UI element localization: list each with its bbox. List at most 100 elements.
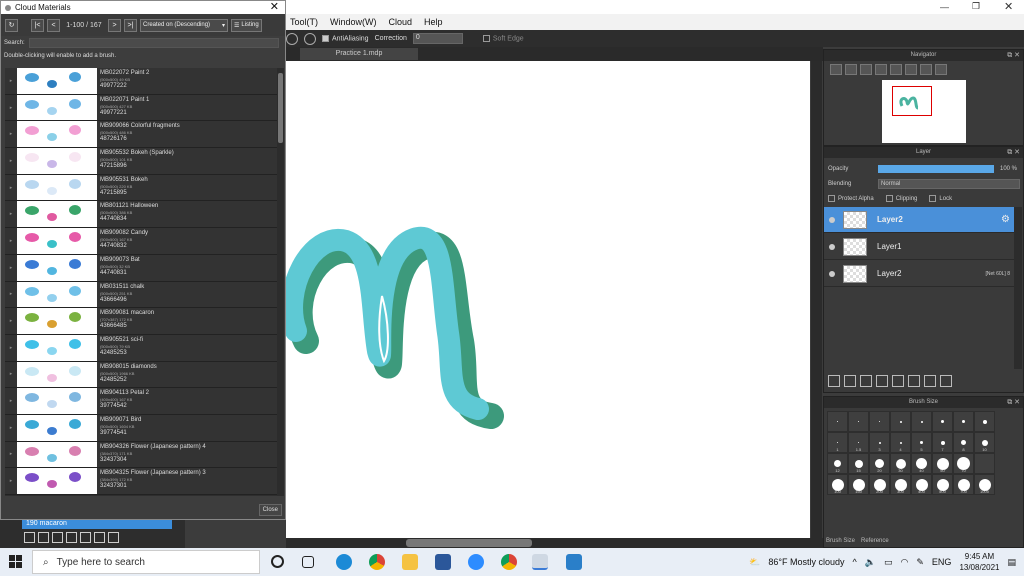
edge-icon[interactable]	[336, 554, 352, 570]
zoom-out-icon[interactable]	[875, 64, 887, 75]
cloud-icon[interactable]	[24, 532, 35, 543]
zoom-icon[interactable]	[468, 554, 484, 570]
material-item[interactable]: ▸ MB801121 Halloween (500x500) 386 KB 44740…	[5, 201, 277, 229]
brush-size-cell[interactable]: 1	[827, 432, 848, 453]
brush-size-cell[interactable]	[827, 411, 848, 432]
brush-size-cell[interactable]: 4	[890, 432, 911, 453]
material-item[interactable]: ▸ MB909066 Colorful fragments (500x500) 48…	[5, 121, 277, 149]
layer-item[interactable]: Layer2 [Net 60L] 8	[824, 261, 1014, 287]
task-view-icon[interactable]	[302, 556, 314, 568]
menu-help[interactable]: Help	[424, 17, 443, 27]
brush-size-cell[interactable]: 400	[911, 474, 932, 495]
material-item[interactable]: ▸ MB909082 Candy (500x500) 167 KB 44740832	[5, 228, 277, 255]
weather-text[interactable]: 86°F Mostly cloudy	[768, 557, 844, 567]
expand-icon[interactable]: ▸	[5, 335, 17, 361]
blending-select[interactable]: Normal	[878, 178, 1020, 189]
language-indicator[interactable]: ENG	[932, 557, 952, 567]
new-icon[interactable]	[38, 532, 49, 543]
pen-icon[interactable]: ✎	[916, 557, 924, 568]
reset-icon[interactable]	[920, 64, 932, 75]
wifi-icon[interactable]: ◠	[901, 557, 909, 568]
gear-icon[interactable]: ⚙	[1001, 214, 1010, 225]
correction-field[interactable]: 0	[412, 33, 463, 44]
word-icon[interactable]	[435, 554, 451, 570]
sort-select[interactable]: Created on (Descending) ▾	[140, 18, 228, 32]
menu-cloud[interactable]: Cloud	[389, 17, 413, 27]
brush-size-cell[interactable]: 3	[869, 432, 890, 453]
material-item[interactable]: ▸ MB031511 chalk (500x500) 251 KB 43666496	[5, 281, 277, 309]
expand-icon[interactable]: ▸	[5, 95, 17, 121]
taskbar-search[interactable]: ⌕ Type here to search	[32, 550, 260, 574]
brush-size-cell[interactable]	[869, 411, 890, 432]
canvas-vertical-scrollbar[interactable]	[811, 61, 822, 539]
dialog-close-icon[interactable]: ✕	[270, 0, 279, 13]
brush-size-cell[interactable]	[974, 453, 995, 474]
horizontal-scroll-thumb[interactable]	[406, 539, 532, 547]
menu-icon[interactable]	[52, 532, 63, 543]
brush-size-cell[interactable]	[953, 411, 974, 432]
file-explorer-icon[interactable]	[402, 554, 418, 570]
expand-icon[interactable]: ▸	[5, 388, 17, 414]
brush-size-cell[interactable]: 70	[953, 453, 974, 474]
brush-size-cell[interactable]: 700	[953, 474, 974, 495]
brush-size-cell[interactable]	[848, 411, 869, 432]
expand-icon[interactable]: ▸	[5, 468, 17, 494]
folder-item-macaron[interactable]: 190 macaron	[22, 520, 172, 529]
panel-close-icon[interactable]: ⧉ ✕	[1007, 147, 1020, 158]
flip-icon[interactable]	[905, 64, 917, 75]
brush-size-cell[interactable]: 50	[932, 453, 953, 474]
close-button[interactable]: Close	[258, 504, 282, 516]
material-item[interactable]: ▸ MB904113 Petal 2 (400x400) 167 KB 3977454…	[5, 388, 277, 415]
material-item[interactable]: ▸ MB909073 Bat (500x500) 32 KB 44740831	[5, 254, 277, 282]
merge-icon[interactable]	[924, 375, 936, 387]
minimize-icon[interactable]: —	[940, 2, 949, 12]
brush-size-cell[interactable]: 7	[932, 432, 953, 453]
opacity-slider[interactable]	[878, 164, 994, 173]
speaker-icon[interactable]: 🔈	[865, 557, 876, 568]
menu-tool[interactable]: Tool(T)	[290, 17, 318, 27]
canvas[interactable]	[281, 61, 810, 539]
tab-brush-size[interactable]: Brush Size	[826, 538, 855, 544]
lock-icon[interactable]	[935, 64, 947, 75]
material-item[interactable]: ▸ MB909071 Bird (500x500) 1604 KB 39774541	[5, 414, 277, 442]
material-item[interactable]: ▸ MB909081 macaron (707x387) 172 KB 4366648…	[5, 308, 277, 335]
folder-icon[interactable]	[80, 532, 91, 543]
layer-scrollbar[interactable]	[1014, 207, 1022, 369]
trash-icon[interactable]	[108, 532, 119, 543]
brush-size-cell[interactable]	[911, 411, 932, 432]
tab-reference[interactable]: Reference	[861, 538, 889, 544]
material-item[interactable]: ▸ MB905531 Bokeh (500x500) 220 KB 47215895	[5, 174, 277, 202]
brush-size-cell[interactable]	[890, 411, 911, 432]
last-page-button[interactable]: >|	[124, 18, 137, 32]
panel-close-icon[interactable]: ⧉ ✕	[1007, 50, 1020, 61]
tray-chevron-icon[interactable]: ^	[853, 557, 857, 567]
brush-size-cell[interactable]: 100	[827, 474, 848, 495]
notification-icon[interactable]: ▤	[1007, 557, 1016, 568]
new-special-icon[interactable]	[876, 375, 888, 387]
visibility-icon[interactable]	[829, 216, 835, 223]
material-item[interactable]: ▸ MB904326 Flower (Japanese pattern) 4 (38…	[5, 441, 277, 469]
zoom-icon[interactable]	[845, 64, 857, 75]
doc-icon[interactable]	[66, 532, 77, 543]
rotate-icon[interactable]	[890, 64, 902, 75]
zoom-in-icon[interactable]	[830, 64, 842, 75]
tab-practice[interactable]: Practice 1.mdp	[300, 48, 418, 60]
canvas-horizontal-scrollbar[interactable]	[286, 538, 823, 548]
expand-icon[interactable]: ▸	[5, 148, 17, 174]
brush-size-cell[interactable]	[974, 411, 995, 432]
expand-icon[interactable]: ▸	[5, 121, 17, 147]
expand-icon[interactable]: ▸	[5, 68, 17, 94]
brush-size-cell[interactable]: 5	[911, 432, 932, 453]
brush-size-cell[interactable]: 200	[869, 474, 890, 495]
new-raster-icon[interactable]	[844, 375, 856, 387]
material-item[interactable]: ▸ MB905532 Bokeh (Sparkle) (500x500) 101 K…	[5, 148, 277, 175]
brush-size-cell[interactable]: 8	[953, 432, 974, 453]
brush-size-cell[interactable]: 500	[932, 474, 953, 495]
copy-icon[interactable]	[94, 532, 105, 543]
brush-size-cell[interactable]: 1000	[974, 474, 995, 495]
expand-icon[interactable]: ▸	[5, 415, 17, 441]
material-item[interactable]: ▸ MB022071 Paint 1 (500x500) 427 KB 4997722…	[5, 94, 277, 122]
brush-size-cell[interactable]: 12	[827, 453, 848, 474]
visibility-icon[interactable]	[829, 243, 835, 250]
listing-button[interactable]: ☰ Listing	[231, 18, 262, 32]
